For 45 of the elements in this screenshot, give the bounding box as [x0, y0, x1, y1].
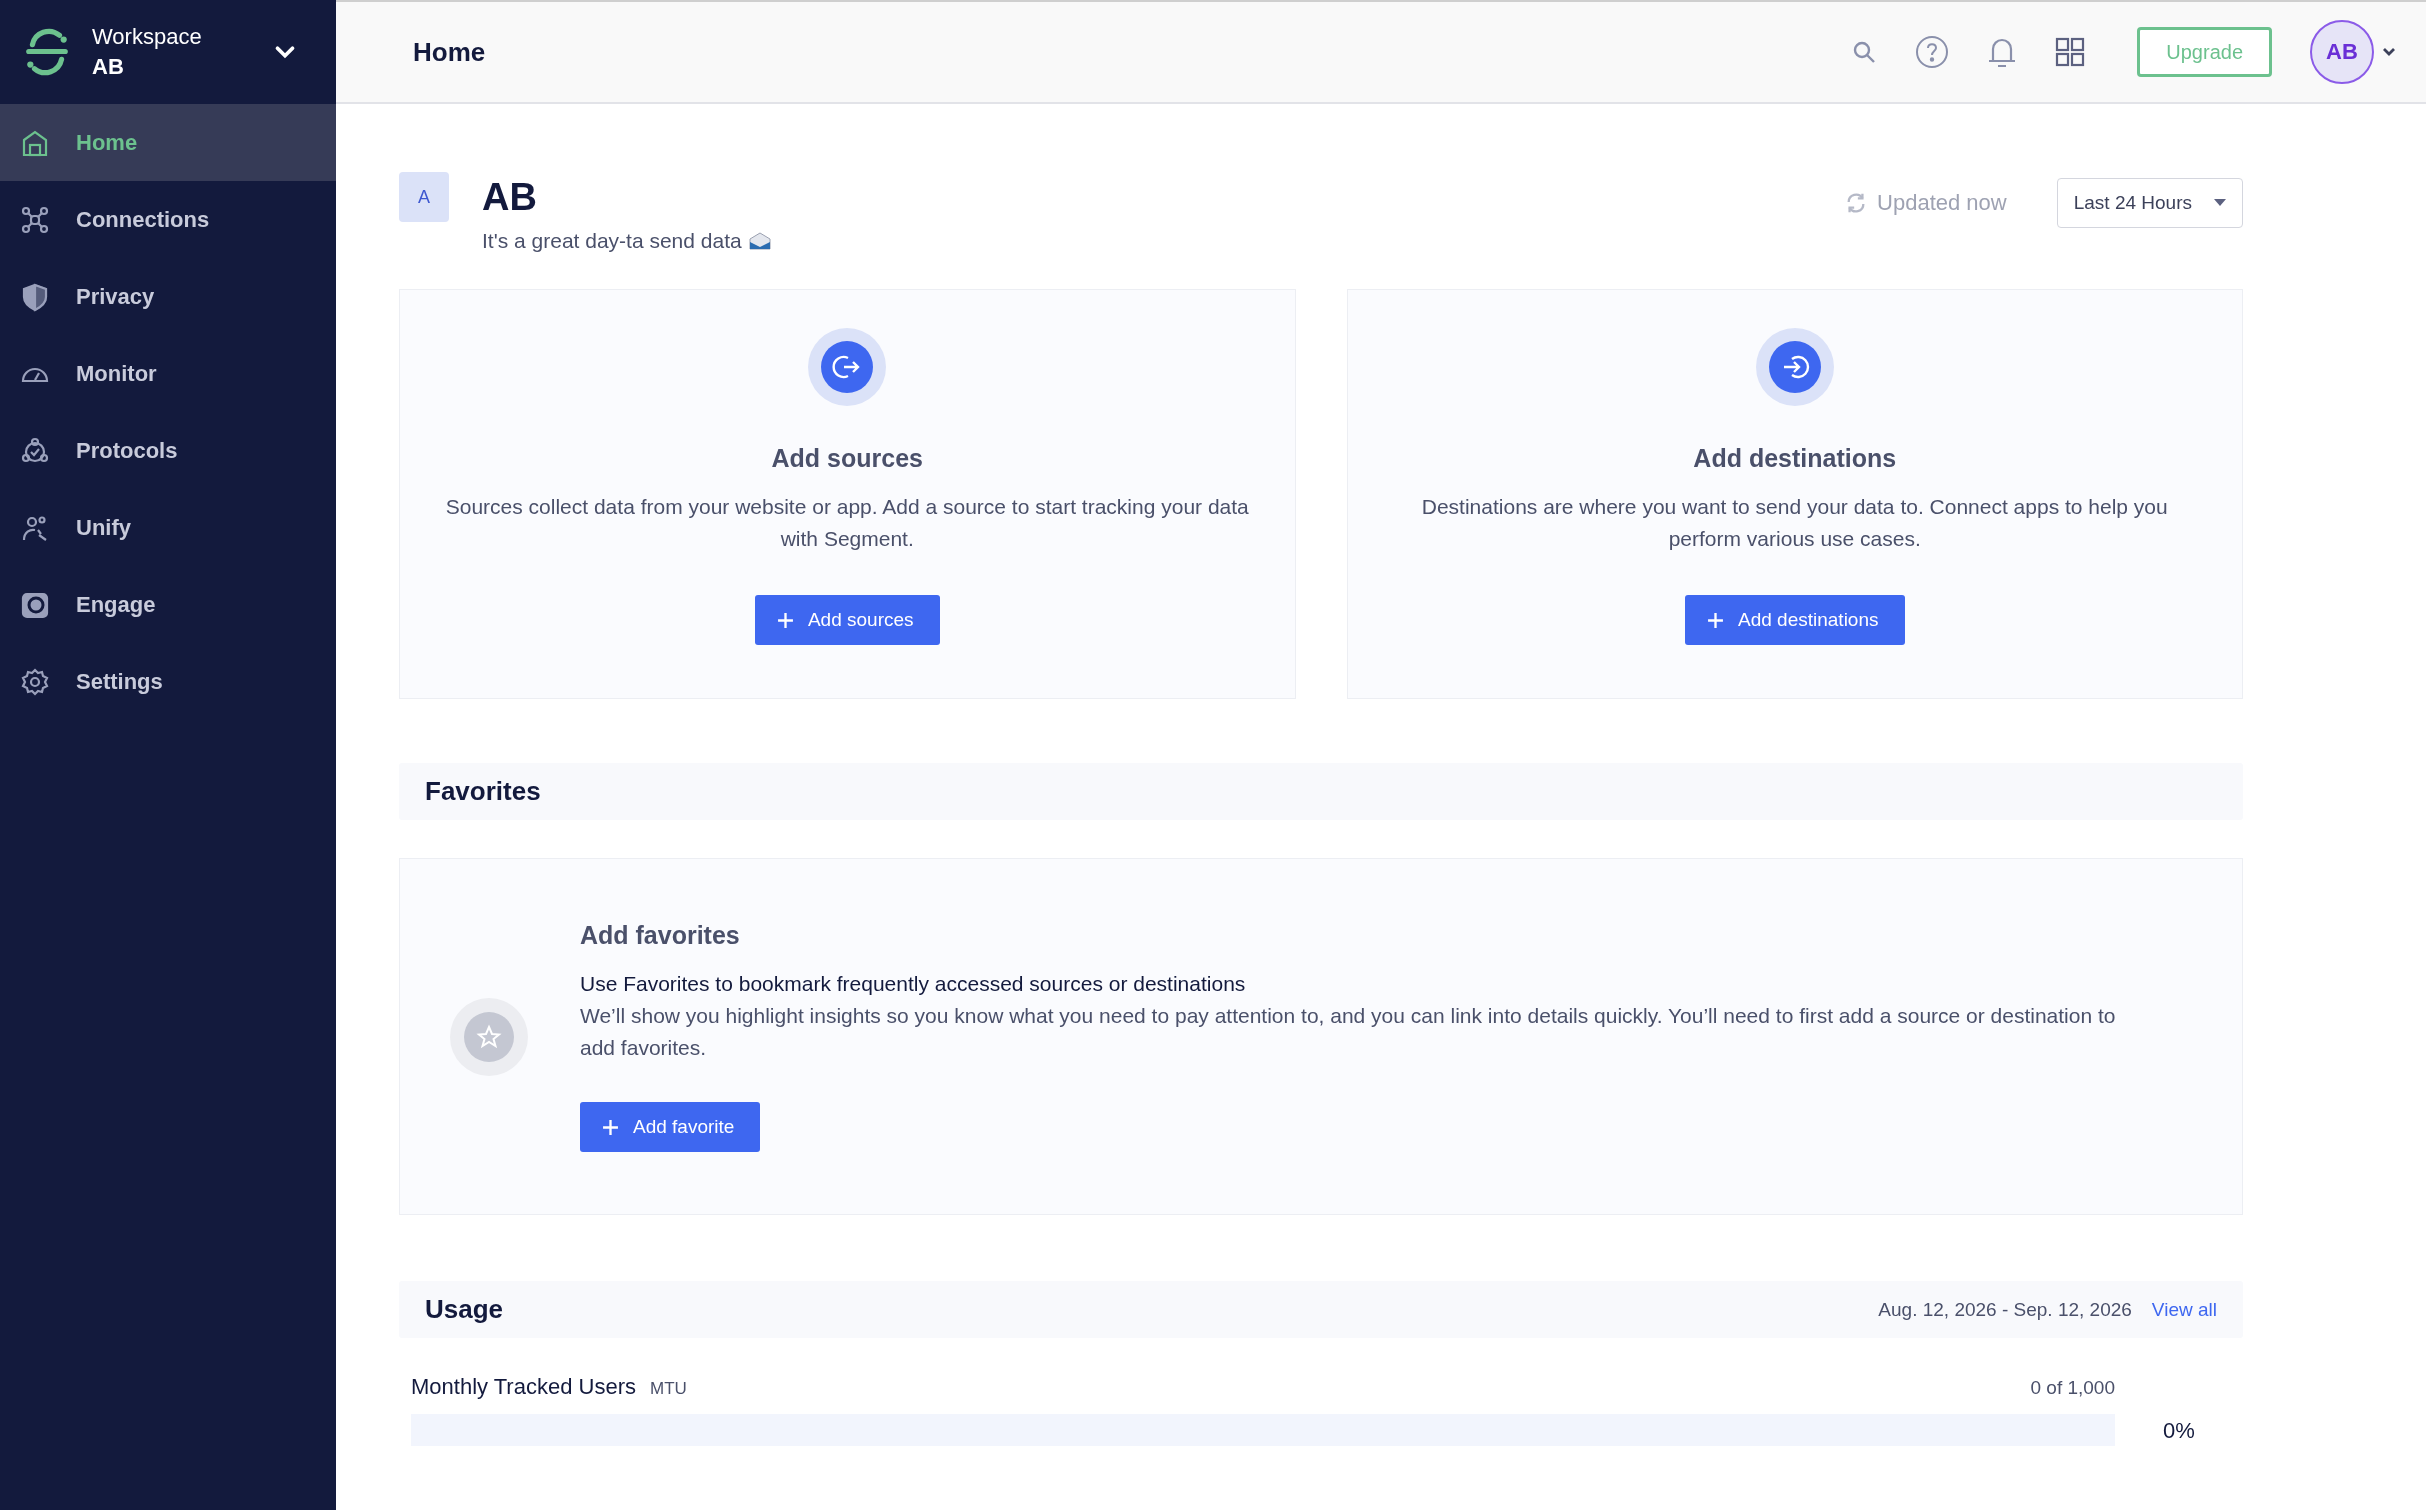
add-button[interactable]: Add sources	[754, 595, 940, 645]
nav-item[interactable]: Privacy	[0, 258, 336, 335]
date-range: Aug. 12, 2026 - Sep. 12, 2026	[1878, 1298, 2132, 1321]
settings-icon	[20, 666, 50, 697]
metric-name: Monthly Tracked Users	[411, 1374, 636, 1400]
workspace-badge: A	[399, 172, 449, 222]
section-title: Favorites	[425, 776, 541, 807]
card-title: Add sources	[771, 444, 923, 473]
workspace-name: AB	[92, 54, 125, 80]
updated-status: Updated now	[1877, 190, 2007, 216]
nav-item[interactable]: Unify	[0, 489, 336, 566]
nav-item[interactable]: Engage	[0, 566, 336, 643]
card-title: Add favorites	[580, 921, 740, 950]
metric-percent: 0%	[2162, 1418, 2196, 1445]
card-description: We’ll show you highlight insights so you know what you need to pay attention to, and you can link into details quickly. You’ll need to first add a source or destination to add favorites.	[580, 1003, 2117, 1061]
nav-item[interactable]: Connections	[0, 181, 336, 258]
nav-item[interactable]: Monitor	[0, 335, 336, 412]
card-title: Add destinations	[1693, 444, 1897, 473]
grid-icon[interactable]	[2055, 37, 2086, 67]
nav-item[interactable]: Home	[0, 104, 336, 181]
add-favorite-button[interactable]: Add favorite	[580, 1102, 761, 1152]
card-description: Sources collect data from your website or app. Add a source to start tracking your data with Segment.	[444, 494, 1250, 552]
plus-icon	[776, 611, 794, 629]
metric-unit: MTU	[649, 1379, 687, 1399]
time-range-dropdown[interactable]: Last 24 Hours	[2056, 178, 2243, 228]
page-title: Home	[413, 36, 486, 68]
plus-icon	[1707, 611, 1724, 629]
card-description: Destinations are where you want to send your data to. Connect apps to help you perform various use cases.	[1420, 494, 2169, 552]
view-all-link[interactable]: View all	[2151, 1298, 2217, 1321]
chevron-down-icon[interactable]	[2382, 47, 2396, 57]
chevron-down-icon[interactable]	[274, 44, 296, 60]
section-title: Usage	[425, 1294, 504, 1325]
help-icon[interactable]	[1915, 35, 1950, 69]
add-button[interactable]: Add destinations	[1685, 595, 1905, 645]
card-lead: Use Favorites to bookmark frequently accessed sources or destinations	[580, 971, 1246, 997]
nav-item[interactable]: Settings	[0, 643, 336, 720]
envelope-icon	[747, 231, 772, 251]
avatar[interactable]: AB	[2310, 20, 2374, 84]
nav-item[interactable]: Protocols	[0, 412, 336, 489]
plus-icon	[602, 1118, 619, 1136]
metric-count: 0 of 1,000	[2030, 1377, 2115, 1399]
workspace-title: AB	[482, 176, 538, 219]
workspace-label: Workspace	[92, 24, 203, 50]
greeting-text: It's a great day-ta send data	[482, 229, 742, 253]
caret-icon	[2214, 199, 2226, 207]
